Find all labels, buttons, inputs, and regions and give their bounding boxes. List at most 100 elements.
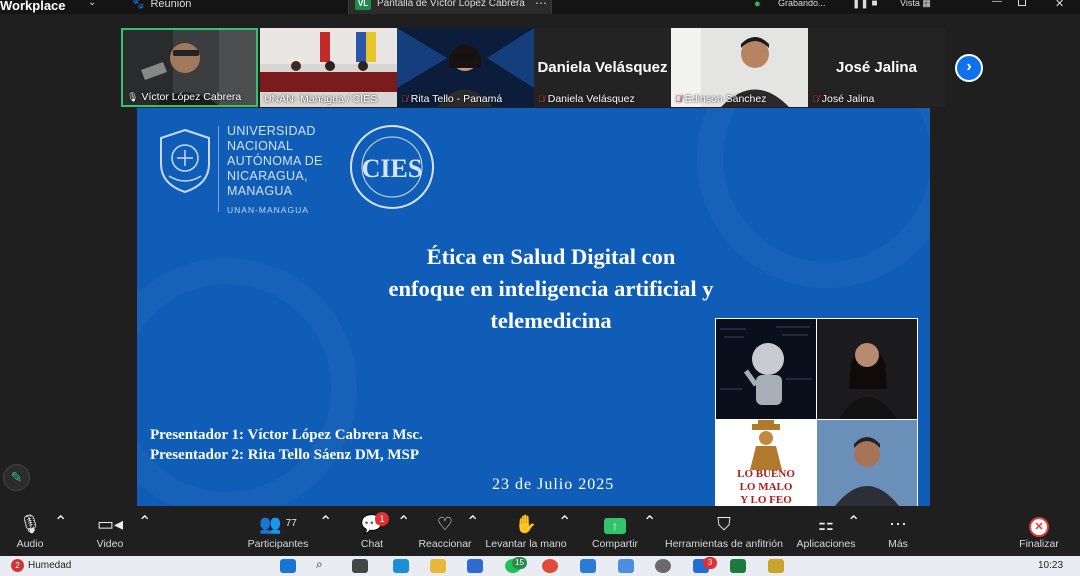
more-dots-icon: ⋯ [889, 514, 907, 534]
mail-icon[interactable] [580, 559, 596, 573]
windows-start-icon[interactable] [280, 559, 296, 573]
host-shield-icon: ⛉ [717, 514, 731, 534]
view-label: Vista [900, 0, 920, 8]
speaker-icon: 🎙 [127, 92, 139, 102]
university-short-name: UNAN-MANAGUA [227, 205, 309, 215]
video-label: Video [96, 538, 124, 550]
meeting-name: Reunión [150, 0, 192, 10]
participant-name-text: Rita Tello - Panamá [410, 93, 503, 105]
meeting-toolbar: 🎙 Audio ⌃ ▭◂ Video ⌃ 👥 77 Participantes ⌃… [0, 506, 1080, 556]
presenter-1: Presentador 1: Víctor López Cabrera Msc. [150, 427, 423, 443]
participant-name-text: Víctor López Cabrera [141, 91, 242, 103]
video-options-chevron-icon[interactable]: ⌃ [138, 512, 151, 532]
participant-name: 🎙̸ José Jalina [812, 93, 874, 105]
unan-shield-logo [160, 128, 210, 194]
pause-recording-icon[interactable]: ❚❚ ■ [852, 0, 878, 9]
system-clock: 10:23 [1038, 560, 1064, 571]
mic-muted-icon: 🎙̸ [812, 94, 819, 104]
windows-taskbar: 2 Humedad ⌕ 15 3 10:23 [0, 556, 1080, 576]
more-options-icon[interactable]: ⋯ [535, 0, 547, 10]
share-options-chevron-icon[interactable]: ⌃ [643, 512, 656, 532]
screen-share-tab-label: Pantalla de Víctor López Cabrera [377, 0, 525, 9]
university-line: NACIONAL [227, 139, 294, 153]
next-page-chevron-icon[interactable]: › [955, 54, 983, 82]
reactions-button[interactable]: ♡ Reaccionar [417, 512, 473, 550]
presenter-photo-woman [817, 319, 917, 419]
chat-options-chevron-icon[interactable]: ⌃ [397, 512, 410, 532]
university-line: UNIVERSIDAD [227, 124, 316, 138]
participant-tile[interactable]: 🎙 Víctor López Cabrera [121, 28, 258, 107]
slide-title-line: Ética en Salud Digital con [426, 244, 676, 269]
video-button[interactable]: ▭◂ Video [92, 512, 128, 550]
mic-muted-icon: 🎙̸ [401, 94, 408, 104]
maximize-icon[interactable] [1018, 0, 1026, 6]
slide-title-line: enfoque en inteligencia artificial y [388, 276, 714, 301]
university-name: UNIVERSIDAD NACIONAL AUTÓNOMA DE NICARAG… [227, 124, 323, 199]
minimize-icon[interactable]: — [992, 0, 1002, 7]
screen-share-tab[interactable]: VL Pantalla de Víctor López Cabrera ⋯ [348, 0, 552, 14]
chrome-icon[interactable] [542, 559, 558, 573]
chat-label: Chat [360, 538, 384, 550]
view-button[interactable]: Vista ▦ [900, 0, 931, 9]
participant-tile[interactable]: 🎙̸ Rita Tello - Panamá [397, 28, 534, 107]
audio-options-chevron-icon[interactable]: ⌃ [54, 512, 67, 532]
shield-check-icon[interactable]: ● [754, 0, 761, 10]
more-button[interactable]: ⋯ Más [882, 512, 914, 550]
more-label: Más [888, 538, 908, 550]
excel-icon[interactable] [730, 559, 746, 573]
chevron-down-icon[interactable]: ⌄ [88, 0, 96, 8]
participant-name: 🎙 Víctor López Cabrera [127, 91, 241, 103]
share-screen-icon: ↑ [589, 512, 641, 538]
chat-button[interactable]: 💬 Chat 1 [355, 512, 389, 550]
audio-button[interactable]: 🎙 Audio [12, 512, 48, 550]
participants-count: 77 [285, 518, 297, 529]
participants-icon: 👥 77 [259, 514, 297, 534]
participant-tile[interactable]: Daniela Velásquez 🎙̸ Daniela Velásquez [534, 28, 671, 107]
mail-badge: 3 [703, 557, 717, 569]
share-screen-button[interactable]: ↑ Compartir [589, 512, 641, 550]
chat-unread-badge: 1 [375, 512, 389, 526]
raise-hand-button[interactable]: ✋ Levantar la mano [484, 512, 568, 550]
file-explorer-icon[interactable] [430, 559, 446, 573]
reactions-label: Reaccionar [418, 538, 472, 550]
participants-button[interactable]: 👥 77 Participantes [244, 512, 312, 550]
reactions-options-chevron-icon[interactable]: ⌃ [466, 512, 479, 532]
participant-name: UNAN- Managua / CIES [264, 93, 378, 105]
audio-label: Audio [16, 538, 44, 550]
paw-icon: 🐾 [132, 0, 145, 10]
hand-icon: ✋ [514, 514, 538, 534]
host-tools-label: Herramientas de anfitrión [665, 538, 783, 550]
participants-options-chevron-icon[interactable]: ⌃ [319, 512, 332, 532]
host-tools-button[interactable]: ⛉ Herramientas de anfitrión [662, 512, 786, 550]
annotate-pencil-icon[interactable]: ✎ [3, 464, 30, 491]
participant-tile[interactable]: 🎙̸ Edinson Sánchez [671, 28, 808, 107]
task-view-icon[interactable] [352, 559, 368, 573]
whatsapp-badge: 15 [512, 557, 527, 569]
university-line: MANAGUA [227, 184, 293, 198]
outlook-icon[interactable] [467, 559, 483, 573]
apps-label: Aplicaciones [796, 538, 856, 550]
search-icon[interactable]: ⌕ [316, 557, 332, 571]
participant-display-name: Daniela Velásquez [537, 59, 668, 76]
raise-hand-label: Levantar la mano [485, 538, 567, 550]
participant-display-name: José Jalina [836, 59, 917, 76]
university-line: NICARAGUA, [227, 169, 308, 183]
close-icon[interactable]: ✕ [1055, 0, 1064, 10]
raise-hand-options-chevron-icon[interactable]: ⌃ [558, 512, 571, 532]
image-collage: LO BUENO LO MALO Y LO FEO [715, 318, 918, 506]
edge-browser-icon[interactable] [393, 559, 409, 573]
participant-tile[interactable]: UNAN- Managua / CIES [260, 28, 397, 107]
calendar-icon[interactable] [618, 559, 634, 573]
presenter-2: Presentador 2: Rita Tello Sáenz DM, MSP [150, 447, 420, 463]
weather-widget[interactable]: Humedad [28, 560, 71, 571]
end-meeting-button[interactable]: ✕ Finalizar [1016, 512, 1062, 550]
participant-name-text: José Jalina [821, 93, 875, 105]
zoom-window: Workplace ⌄ 🐾 Reunión VL Pantalla de Víct… [0, 0, 1080, 576]
app-icon[interactable] [768, 559, 784, 573]
settings-gear-icon[interactable] [655, 559, 671, 573]
apps-options-chevron-icon[interactable]: ⌃ [847, 512, 860, 532]
presenter-initials-icon: VL [355, 0, 371, 10]
book-cover-image: LO BUENO LO MALO Y LO FEO [716, 420, 816, 506]
shared-screen-slide: UNIVERSIDAD NACIONAL AUTÓNOMA DE NICARAG… [137, 108, 930, 506]
participant-tile[interactable]: José Jalina 🎙̸ José Jalina [808, 28, 945, 107]
